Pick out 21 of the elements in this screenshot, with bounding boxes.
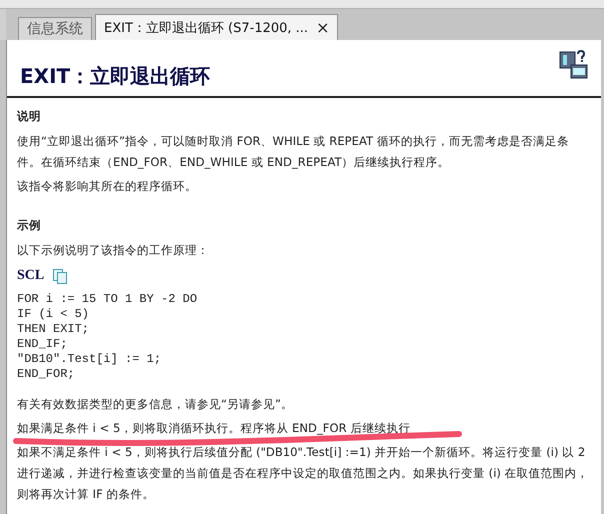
- section-heading: 说明: [17, 108, 42, 125]
- paragraph: 如果满足条件 i < 5，则将取消循环执行。程序将从 END_FOR 后继续执行: [17, 421, 410, 435]
- copy-icon[interactable]: [52, 268, 68, 284]
- code-language: SCL: [17, 267, 44, 285]
- tab[interactable]: EXIT：立即退出循环 (S7-1200, ...: [104, 18, 308, 36]
- paragraph: 使用“立即退出循环”指令，可以随时取消 FOR、WHILE 或 REPEAT 循环的执行，而无需考虑是否满足条件。在循环结束（END_FOR、END_WHILE 或 END_REPEAT）后继续执行程序。: [17, 134, 569, 169]
- paragraph: 以下示例说明了该指令的工作原理：: [17, 243, 209, 257]
- code-line: IF (i < 5): [17, 307, 90, 322]
- paragraph: 该指令将影响其所在的程序循环。: [17, 179, 197, 193]
- section-heading: 示例: [17, 217, 42, 234]
- paragraph: 有关有效数据类型的更多信息，请参见“另请参见”。: [17, 397, 294, 411]
- page-title: EXIT：立即退出循环: [20, 63, 210, 90]
- code-line: "DB10".Test[i] := 1;: [17, 352, 162, 367]
- tab[interactable]: 信息系统: [18, 17, 92, 40]
- code-line: THEN EXIT;: [17, 322, 90, 337]
- code-line: FOR i := 15 TO 1 BY -2 DO: [17, 292, 198, 307]
- paragraph: 如果不满足条件 i < 5，则将执行后续值分配 ("DB10".Test[i] :=1) 并开始一个新循环。将运行变量 (i) 以 2 进行递减，并进行检查该变量的当前值是否在程序中设定的取值范围之内。如果执行变量 (i) 在取值范围内，则将再次计算 IF 的条件。: [17, 445, 589, 501]
- code-line: END_FOR;: [17, 367, 76, 382]
- help-window-icon[interactable]: [559, 50, 589, 80]
- close-button[interactable]: ×: [316, 18, 330, 37]
- code-line: END_IF;: [17, 337, 68, 352]
